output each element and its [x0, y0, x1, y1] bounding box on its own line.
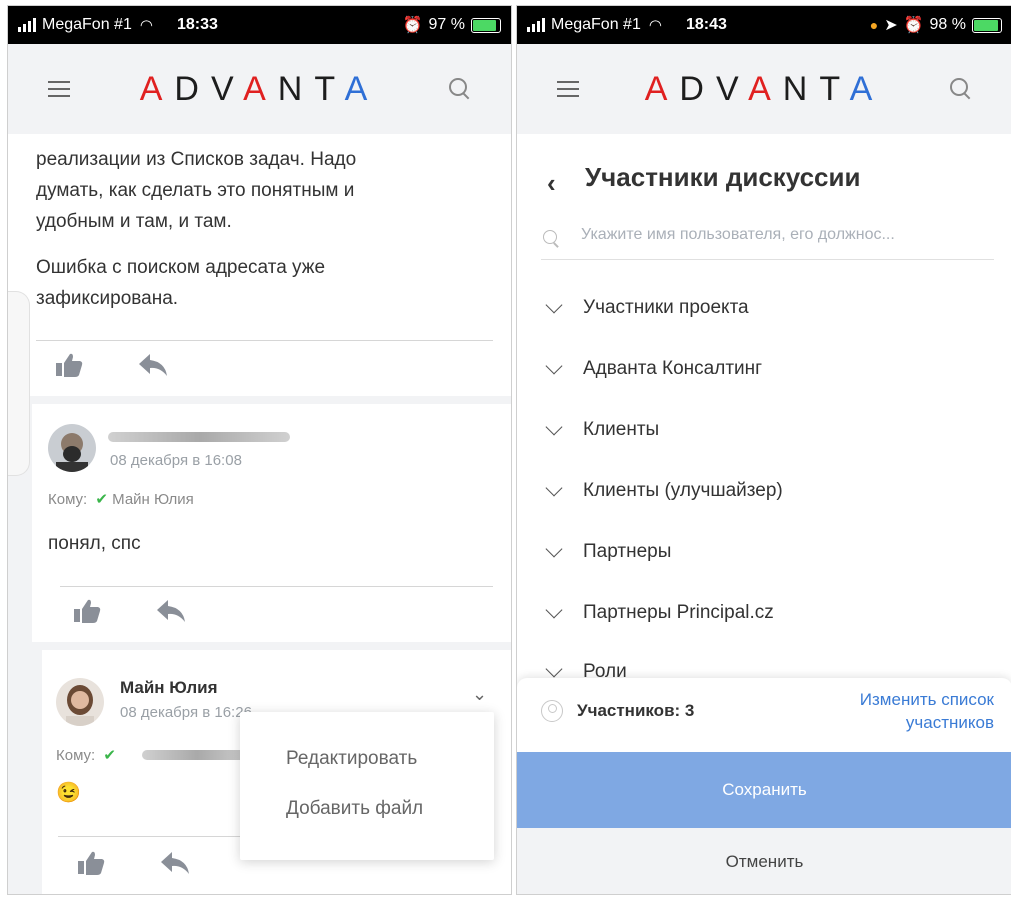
wifi-icon: ◠ — [139, 17, 153, 34]
reply-icon[interactable] — [156, 598, 186, 624]
group-label: Клиенты — [583, 419, 660, 440]
left-phone-screen: MegaFon #1 ◠ 18:33 ⏰ 97 % ADVANTA реализ… — [7, 5, 512, 895]
signal-icon — [527, 18, 545, 32]
comment-date: 08 декабря в 16:26 — [120, 704, 252, 721]
group-item[interactable]: Партнеры — [545, 532, 671, 572]
advanta-logo[interactable]: ADVANTA — [579, 70, 950, 109]
right-phone-screen: MegaFon #1 ◠ 18:43 ● ➤ ⏰ 98 % ADVANTA ‹ … — [516, 5, 1011, 895]
chevron-down-icon — [545, 542, 565, 562]
divider — [36, 340, 493, 341]
add-file-menu-item[interactable]: Добавить файл — [286, 798, 423, 820]
author-name-blurred — [108, 432, 290, 442]
side-drawer-handle[interactable] — [8, 291, 30, 476]
comment-text-line: зафиксирована. — [36, 288, 179, 309]
status-bar: MegaFon #1 ◠ 18:33 ⏰ 97 % — [8, 6, 511, 44]
recipient-line: Кому: ✔ Майн Юлия — [48, 490, 194, 508]
avatar — [48, 424, 96, 472]
battery-percent: 98 % — [929, 16, 966, 33]
reply-icon[interactable] — [160, 850, 190, 876]
back-chevron-icon[interactable]: ‹ — [547, 168, 556, 199]
group-label: Партнеры — [583, 541, 672, 562]
comment-card: реализации из Списков задач. Надо думать… — [8, 134, 511, 396]
participants-footer: Участников: 3 Изменить список участников… — [517, 678, 1011, 894]
group-item[interactable]: Участники проекта — [545, 288, 749, 328]
participants-count: Участников: 3 — [541, 700, 694, 722]
signal-icon — [18, 18, 36, 32]
search-icon[interactable] — [449, 78, 471, 100]
comment-text-line: реализации из Списков задач. Надо — [36, 149, 357, 170]
comment-options-menu: Редактировать Добавить файл — [240, 712, 494, 860]
battery-icon — [471, 17, 501, 33]
chevron-down-icon — [545, 481, 565, 501]
thumbs-up-icon[interactable] — [54, 352, 84, 378]
page-title: Участники дискуссии — [585, 162, 861, 192]
alarm-icon: ⏰ — [903, 17, 924, 34]
location-icon: ➤ — [884, 17, 898, 34]
check-icon: ✔ — [103, 747, 116, 764]
participant-search-input[interactable] — [581, 226, 996, 244]
carrier-name: MegaFon #1 — [42, 16, 132, 33]
comment-text-line: удобным и там, и там. — [36, 211, 232, 232]
comment-emoji: 😉 — [56, 782, 81, 804]
battery-icon — [972, 17, 1002, 33]
group-label: Адванта Консалтинг — [583, 358, 763, 379]
check-icon: ✔ — [95, 491, 108, 508]
to-label: Кому: — [56, 747, 96, 764]
group-item[interactable]: Клиенты (улучшайзер) — [545, 471, 783, 511]
menu-icon[interactable] — [48, 81, 70, 97]
status-bar: MegaFon #1 ◠ 18:43 ● ➤ ⏰ 98 % — [517, 6, 1011, 44]
menu-icon[interactable] — [557, 81, 579, 97]
app-header: ADVANTA — [517, 44, 1011, 134]
carrier-name: MegaFon #1 — [551, 16, 641, 33]
wifi-icon: ◠ — [648, 17, 662, 34]
comment-text-line: думать, как сделать это понятным и — [36, 180, 355, 201]
participant-search — [541, 224, 996, 260]
status-time: 18:43 — [685, 16, 727, 33]
avatar — [56, 678, 104, 726]
chevron-down-icon — [545, 603, 565, 623]
author-name: Майн Юлия — [120, 678, 218, 697]
group-label: Участники проекта — [583, 297, 749, 318]
app-header: ADVANTA — [8, 44, 511, 134]
save-button[interactable]: Сохранить — [517, 752, 1011, 828]
group-label: Партнеры Principal.cz — [583, 602, 774, 623]
group-item[interactable]: Адванта Консалтинг — [545, 349, 762, 389]
advanta-logo[interactable]: ADVANTA — [70, 70, 449, 109]
edit-menu-item[interactable]: Редактировать — [286, 748, 417, 770]
alarm-icon: ⏰ — [402, 17, 423, 34]
group-label: Клиенты (улучшайзер) — [583, 480, 783, 501]
recipient-name-blurred — [142, 750, 252, 760]
comment-date: 08 декабря в 16:08 — [110, 452, 242, 469]
participants-count-label: Участников: 3 — [577, 701, 695, 720]
chevron-down-icon[interactable]: ⌄ — [472, 684, 487, 705]
search-icon[interactable] — [950, 78, 972, 100]
chevron-down-icon — [545, 420, 565, 440]
thumbs-up-icon[interactable] — [72, 598, 102, 624]
change-link-line: участников — [905, 713, 994, 732]
search-icon — [543, 230, 561, 248]
chevron-down-icon — [545, 298, 565, 318]
change-link-line: Изменить список — [859, 690, 994, 709]
comment-text-line: Ошибка с поиском адресата уже — [36, 257, 326, 278]
recipient-line: Кому: ✔ — [56, 746, 116, 764]
comment-card: 08 декабря в 16:08 Кому: ✔ Майн Юлия пон… — [32, 404, 511, 642]
battery-percent: 97 % — [428, 16, 465, 33]
group-item[interactable]: Партнеры Principal.cz — [545, 593, 774, 633]
group-item[interactable]: Клиенты — [545, 410, 659, 450]
chevron-down-icon — [545, 359, 565, 379]
status-dot-icon: ● — [869, 17, 879, 33]
change-participants-link[interactable]: Изменить список участников — [804, 688, 994, 734]
comment-text: понял, спс — [48, 533, 141, 554]
user-icon — [541, 700, 563, 722]
status-time: 18:33 — [176, 16, 218, 33]
to-label: Кому: — [48, 491, 88, 508]
thumbs-up-icon[interactable] — [76, 850, 106, 876]
recipient-name: Майн Юлия — [112, 491, 194, 508]
divider — [60, 586, 493, 587]
cancel-button[interactable]: Отменить — [517, 828, 1011, 894]
reply-icon[interactable] — [138, 352, 168, 378]
